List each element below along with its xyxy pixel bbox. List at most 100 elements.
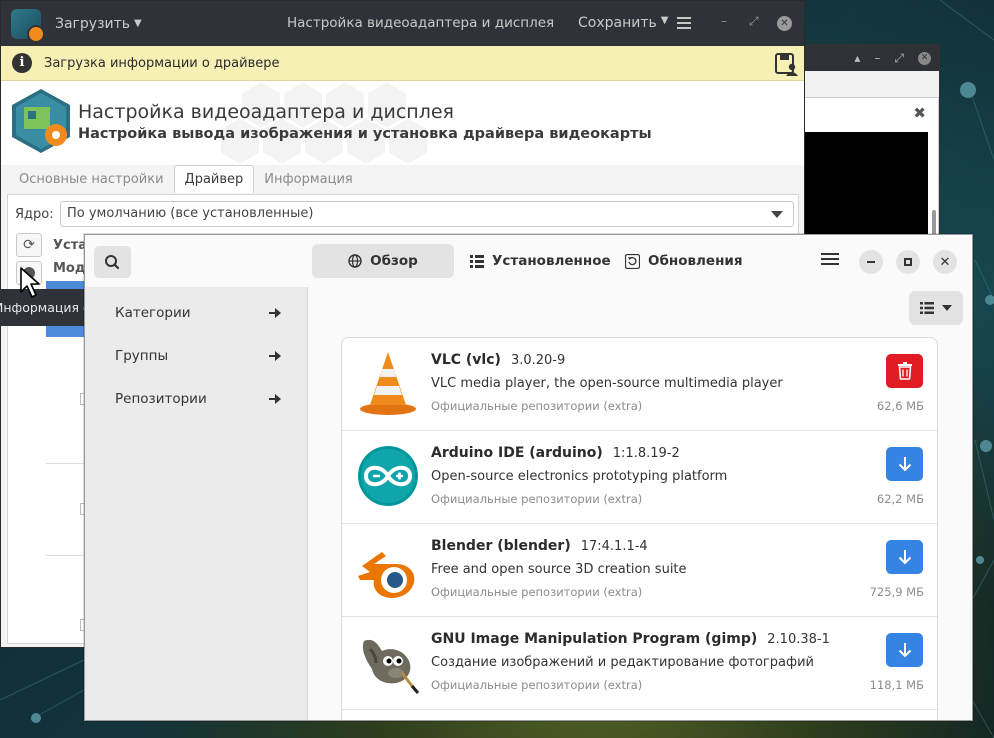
package-size: 62,2 МБ <box>876 492 924 506</box>
refresh-icon <box>625 253 640 269</box>
package-repo: Официальные репозитории (extra) <box>431 585 643 599</box>
background-window-titlebar: ▴ – ⤢ ✕ <box>801 45 939 71</box>
globe-icon <box>348 254 362 268</box>
kernel-select-value: По умолчанию (все установленные) <box>67 206 314 221</box>
save-user-icon[interactable] <box>774 52 798 76</box>
close-icon[interactable]: ✖ <box>913 104 926 122</box>
tab-driver[interactable]: Драйвер <box>173 165 255 193</box>
remove-button[interactable] <box>886 354 923 388</box>
package-name: Blender (blender) 17:4.1.1-4 <box>431 538 648 554</box>
package-row-vlc[interactable]: VLC (vlc) 3.0.20-9 VLC media player, the … <box>342 338 937 431</box>
load-menu-label: Загрузить <box>55 15 131 32</box>
close-icon[interactable]: ✕ <box>918 51 931 65</box>
minimize-icon <box>867 261 875 263</box>
arrow-right-icon <box>269 351 281 361</box>
page-title: Настройка видеоадаптера и дисплея <box>78 101 454 123</box>
package-row-blender[interactable]: Blender (blender) 17:4.1.1-4 Free and ope… <box>342 524 937 617</box>
tab-updates-label: Обновления <box>648 253 743 269</box>
trash-icon <box>897 362 912 380</box>
vlc-icon <box>360 352 416 415</box>
package-row-arduino[interactable]: Arduino IDE (arduino) 1:1.8.19-2 Open-sou… <box>342 431 937 524</box>
hex-pattern <box>219 81 429 165</box>
kernel-select[interactable]: По умолчанию (все установленные) <box>60 201 794 227</box>
kernel-label: Ядро: <box>15 207 54 222</box>
minimize-icon[interactable]: – <box>874 51 880 65</box>
package-version: 1:1.8.19-2 <box>612 446 680 461</box>
save-menu-label: Сохранить <box>578 15 657 31</box>
package-name-text: Arduino IDE (arduino) <box>431 445 603 461</box>
video-card-logo-icon <box>12 89 70 153</box>
install-button[interactable] <box>886 447 923 481</box>
package-repo: Официальные репозитории (extra) <box>431 678 643 692</box>
chevron-down-icon: ▼ <box>134 18 142 29</box>
package-repo: Официальные репозитории (extra) <box>431 399 643 413</box>
view-mode-button[interactable] <box>909 291 963 325</box>
titlebar: Загрузить ▼ Настройка видеоадаптера и ди… <box>1 1 804 46</box>
package-name: GNU Image Manipulation Program (gimp) 2.1… <box>431 631 830 647</box>
search-button[interactable] <box>94 246 131 278</box>
maximize-icon[interactable]: ⤢ <box>894 51 904 66</box>
tab-overview[interactable]: Обзор <box>312 244 454 278</box>
install-button[interactable] <box>886 540 923 574</box>
refresh-button[interactable]: ⟳ <box>16 233 42 257</box>
shade-icon[interactable]: ▴ <box>854 51 860 65</box>
package-description: Open-source electronics prototyping plat… <box>431 469 728 484</box>
chevron-down-icon <box>771 211 783 218</box>
package-repo: Официальные репозитории (extra) <box>431 492 643 506</box>
arduino-icon <box>358 446 418 506</box>
package-description: Free and open source 3D creation suite <box>431 562 687 577</box>
tab-installed[interactable]: Установленное <box>458 244 623 278</box>
hamburger-menu-icon[interactable] <box>677 15 691 29</box>
download-icon <box>898 643 911 658</box>
package-row-gimp[interactable]: GNU Image Manipulation Program (gimp) 2.1… <box>342 617 937 710</box>
sidebar-item-label: Репозитории <box>115 391 207 407</box>
package-name-text: VLC (vlc) <box>431 352 501 368</box>
tab-basic-settings[interactable]: Основные настройки <box>9 166 174 193</box>
video-area <box>804 132 928 241</box>
package-name-text: Blender (blender) <box>431 538 571 554</box>
list-view-icon <box>920 302 934 314</box>
pm-headerbar: Обзор Установленное Обновления ✕ <box>85 235 972 287</box>
close-button[interactable]: ✕ <box>933 250 957 274</box>
package-name: Arduino IDE (arduino) 1:1.8.19-2 <box>431 445 680 461</box>
package-size: 725,9 МБ <box>869 585 924 599</box>
maximize-button[interactable] <box>896 250 920 274</box>
gimp-icon <box>362 639 420 694</box>
download-icon <box>898 550 911 565</box>
refresh-icon: ⟳ <box>23 237 35 253</box>
package-version: 17:4.1.1-4 <box>580 539 648 554</box>
background-window-content: ✖ <box>803 97 939 242</box>
package-description: VLC media player, the open-source multim… <box>431 376 783 391</box>
minimize-button[interactable] <box>859 250 883 274</box>
install-button[interactable] <box>886 633 923 667</box>
close-icon: ✕ <box>939 254 951 270</box>
load-menu[interactable]: Загрузить ▼ <box>55 16 142 32</box>
driver-header: Настройка видеоадаптера и дисплея Настро… <box>1 81 804 165</box>
page-subtitle: Настройка вывода изображения и установка… <box>78 126 652 142</box>
package-manager-window: Обзор Установленное Обновления ✕ Категор… <box>84 234 973 721</box>
background-window: ▴ – ⤢ ✕ ✖ <box>800 44 940 244</box>
info-bar-text: Загрузка информации о драйвере <box>44 55 280 71</box>
arrow-right-icon <box>269 308 281 318</box>
chevron-down-icon <box>942 305 952 311</box>
tab-installed-label: Установленное <box>492 253 611 269</box>
download-icon <box>898 457 911 472</box>
tab-updates[interactable]: Обновления <box>613 244 755 278</box>
close-icon[interactable]: ✕ <box>777 16 792 31</box>
tab-information[interactable]: Информация <box>254 166 362 193</box>
minimize-icon[interactable]: – <box>721 14 727 28</box>
hamburger-menu-icon[interactable] <box>821 251 839 269</box>
list-icon <box>470 255 484 268</box>
blender-icon <box>358 552 415 598</box>
save-menu[interactable]: Сохранить ▼ <box>578 15 668 31</box>
maximize-icon[interactable]: ⤢ <box>749 14 759 29</box>
driver-tabs: Основные настройки Драйвер Информация <box>1 165 804 193</box>
package-version: 2.10.38-1 <box>767 632 830 647</box>
package-version: 3.0.20-9 <box>510 353 566 368</box>
info-bar: i Загрузка информации о драйвере <box>1 46 804 81</box>
maximize-icon <box>904 258 912 266</box>
info-icon: i <box>12 53 32 73</box>
package-size: 62,6 МБ <box>876 399 924 413</box>
arrow-right-icon <box>269 394 281 404</box>
package-name-text: GNU Image Manipulation Program (gimp) <box>431 631 758 647</box>
